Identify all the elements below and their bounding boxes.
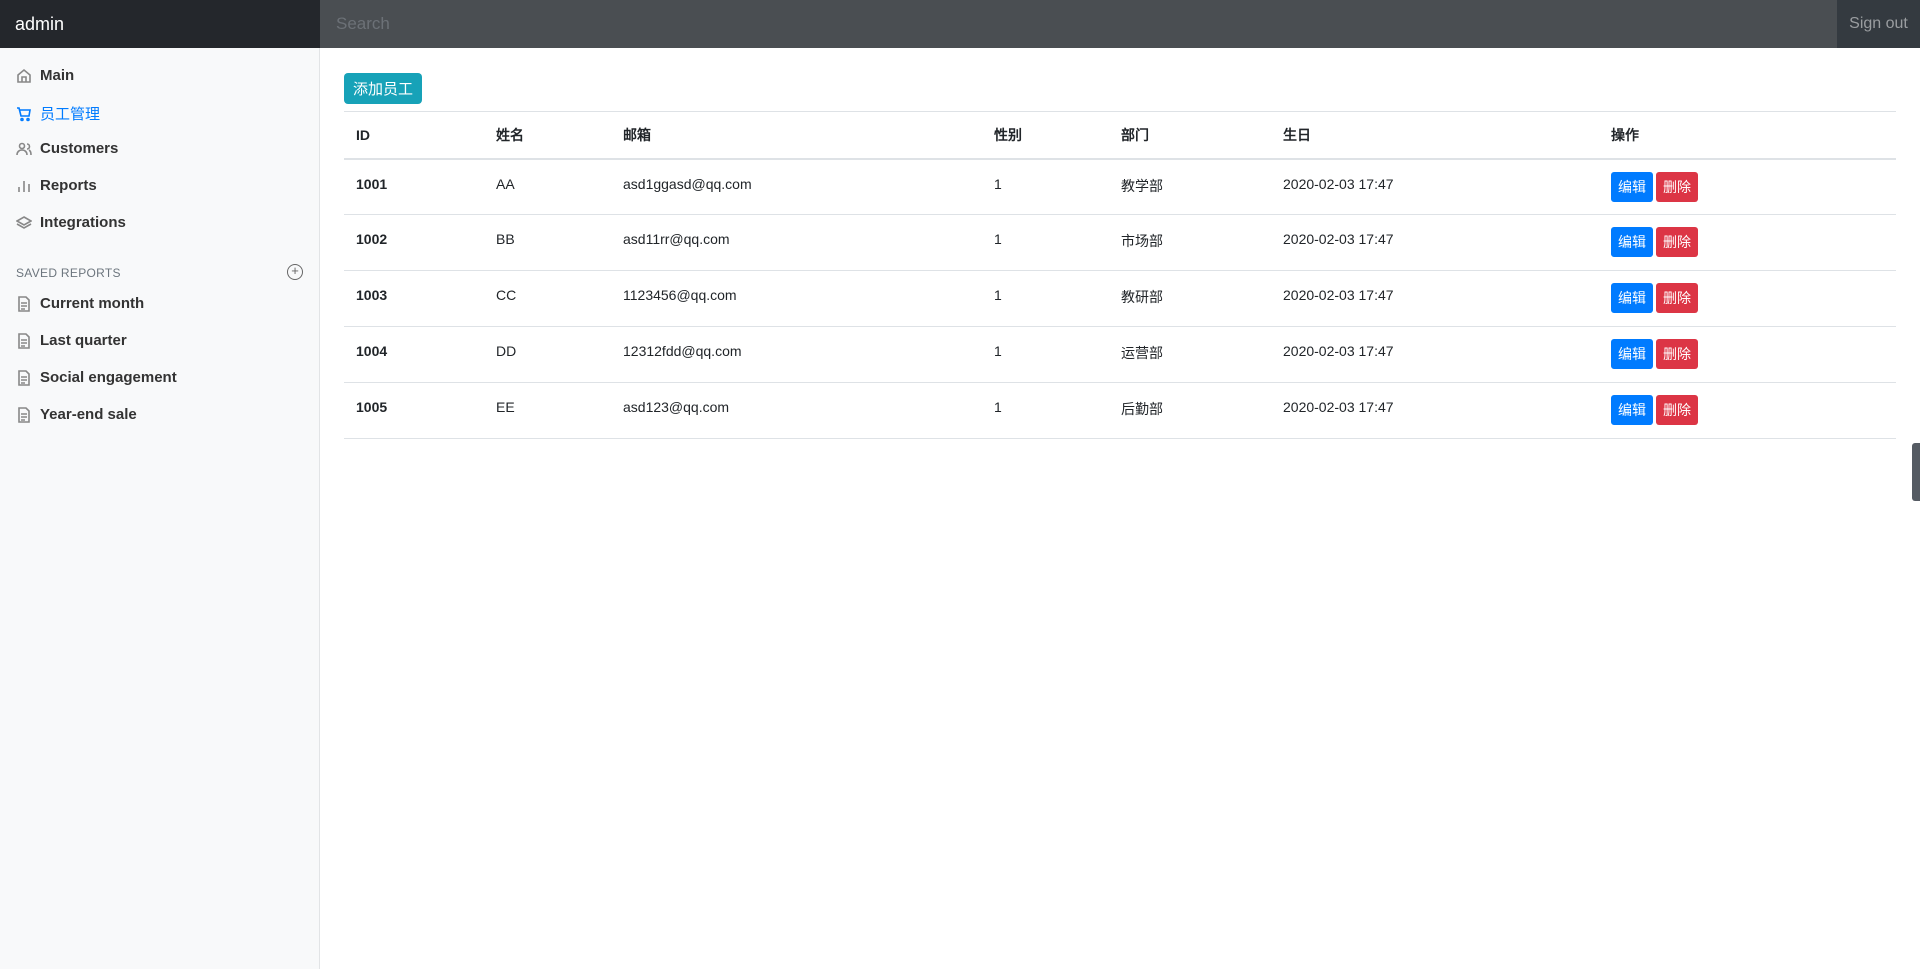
add-employee-button[interactable]: 添加员工 — [344, 73, 423, 104]
cell-department: 教学部 — [1109, 158, 1271, 215]
table-row: 1004 DD 12312fdd@qq.com 1 运营部 2020-02-03 17:4… — [344, 326, 1896, 383]
sidebar-item-integrations[interactable]: Integrations — [16, 214, 126, 231]
cell-id: 1003 — [344, 270, 484, 327]
home-icon — [17, 68, 31, 83]
saved-report-year-end-sale[interactable]: Year-end sale — [16, 406, 137, 423]
top-navbar: admin Sign out — [0, 0, 1920, 48]
cell-gender: 1 — [982, 270, 1109, 327]
cell-email: asd123@qq.com — [611, 382, 982, 439]
edit-button[interactable]: 编辑 — [1611, 227, 1653, 257]
edit-button[interactable]: 编辑 — [1611, 395, 1653, 425]
column-header-email: 邮箱 — [611, 111, 982, 160]
cell-email: 1123456@qq.com — [611, 270, 982, 327]
sidebar-item-employee-management[interactable]: 员工管理 — [16, 103, 100, 124]
cell-gender: 1 — [982, 326, 1109, 383]
saved-report-social-engagement[interactable]: Social engagement — [16, 369, 177, 386]
saved-report-last-quarter[interactable]: Last quarter — [16, 332, 127, 349]
edit-button[interactable]: 编辑 — [1611, 171, 1653, 202]
cell-actions: 编辑 删除 — [1599, 214, 1896, 271]
file-text-icon — [18, 369, 30, 386]
sidebar-item-customers[interactable]: Customers — [16, 140, 118, 157]
search-input[interactable] — [320, 0, 1837, 48]
sidebar: Main 员工管理 Customers Reports Integrations… — [0, 48, 320, 969]
column-header-birthday: 生日 — [1271, 111, 1599, 160]
cell-id: 1002 — [344, 214, 484, 271]
add-report-plus-icon[interactable]: + — [287, 264, 303, 280]
layers-icon — [16, 215, 32, 229]
brand[interactable]: admin — [0, 0, 320, 48]
cell-department: 市场部 — [1109, 214, 1271, 271]
cell-name: BB — [484, 214, 611, 271]
cell-id: 1001 — [344, 158, 484, 215]
sign-out-link[interactable]: Sign out — [1837, 0, 1920, 48]
delete-button[interactable]: 删除 — [1656, 227, 1698, 257]
cell-department: 运营部 — [1109, 326, 1271, 383]
cell-actions: 编辑 删除 — [1599, 382, 1896, 439]
cell-gender: 1 — [982, 382, 1109, 439]
cell-email: asd1ggasd@qq.com — [611, 158, 982, 215]
table-row: 1002 BB asd11rr@qq.com 1 市场部 2020-02-03 17:47… — [344, 214, 1896, 271]
cell-email: asd11rr@qq.com — [611, 214, 982, 271]
column-header-gender: 性别 — [982, 111, 1109, 160]
cell-department: 后勤部 — [1109, 382, 1271, 439]
file-text-icon — [18, 332, 30, 349]
employee-table: ID 姓名 邮箱 性别 部门 生日 操作 1001 AA asd1ggasd@qq.… — [344, 111, 1896, 439]
delete-button[interactable]: 删除 — [1656, 395, 1698, 425]
cell-name: CC — [484, 270, 611, 327]
sidebar-item-reports[interactable]: Reports — [16, 177, 97, 194]
saved-reports-heading: SAVED REPORTS — [16, 266, 121, 280]
users-icon — [16, 142, 32, 155]
bar-chart-icon — [18, 180, 30, 192]
table-header-row: ID 姓名 邮箱 性别 部门 生日 操作 — [344, 111, 1896, 160]
edit-button[interactable]: 编辑 — [1611, 283, 1653, 313]
cell-name: EE — [484, 382, 611, 439]
cell-actions: 编辑 删除 — [1599, 270, 1896, 327]
cell-actions: 编辑 删除 — [1599, 158, 1896, 215]
file-text-icon — [18, 295, 30, 312]
sidebar-item-main[interactable]: Main — [16, 67, 74, 84]
floating-side-widget[interactable] — [1912, 443, 1920, 501]
table-row: 1005 EE asd123@qq.com 1 后勤部 2020-02-03 17:47 编… — [344, 382, 1896, 439]
saved-report-current-month[interactable]: Current month — [16, 295, 144, 312]
cell-actions: 编辑 删除 — [1599, 326, 1896, 383]
cell-name: AA — [484, 158, 611, 215]
delete-button[interactable]: 删除 — [1656, 283, 1698, 313]
column-header-department: 部门 — [1109, 111, 1271, 160]
cell-department: 教研部 — [1109, 270, 1271, 327]
cell-id: 1004 — [344, 326, 484, 383]
table-row: 1001 AA asd1ggasd@qq.com 1 教学部 2020-02-03 17:… — [344, 158, 1896, 215]
delete-button[interactable]: 删除 — [1656, 171, 1698, 202]
cell-birthday: 2020-02-03 17:47 — [1271, 158, 1599, 215]
cell-name: DD — [484, 326, 611, 383]
edit-button[interactable]: 编辑 — [1611, 339, 1653, 369]
cell-birthday: 2020-02-03 17:47 — [1271, 326, 1599, 383]
cell-gender: 1 — [982, 214, 1109, 271]
column-header-id: ID — [344, 111, 484, 160]
delete-button[interactable]: 删除 — [1656, 339, 1698, 369]
cell-gender: 1 — [982, 158, 1109, 215]
cell-birthday: 2020-02-03 17:47 — [1271, 214, 1599, 271]
cell-id: 1005 — [344, 382, 484, 439]
column-header-name: 姓名 — [484, 111, 611, 160]
table-row: 1003 CC 1123456@qq.com 1 教研部 2020-02-03 17:47… — [344, 270, 1896, 327]
cell-email: 12312fdd@qq.com — [611, 326, 982, 383]
cell-birthday: 2020-02-03 17:47 — [1271, 270, 1599, 327]
cell-birthday: 2020-02-03 17:47 — [1271, 382, 1599, 439]
cart-icon — [17, 106, 31, 121]
column-header-actions: 操作 — [1599, 111, 1896, 160]
file-text-icon — [18, 406, 30, 423]
